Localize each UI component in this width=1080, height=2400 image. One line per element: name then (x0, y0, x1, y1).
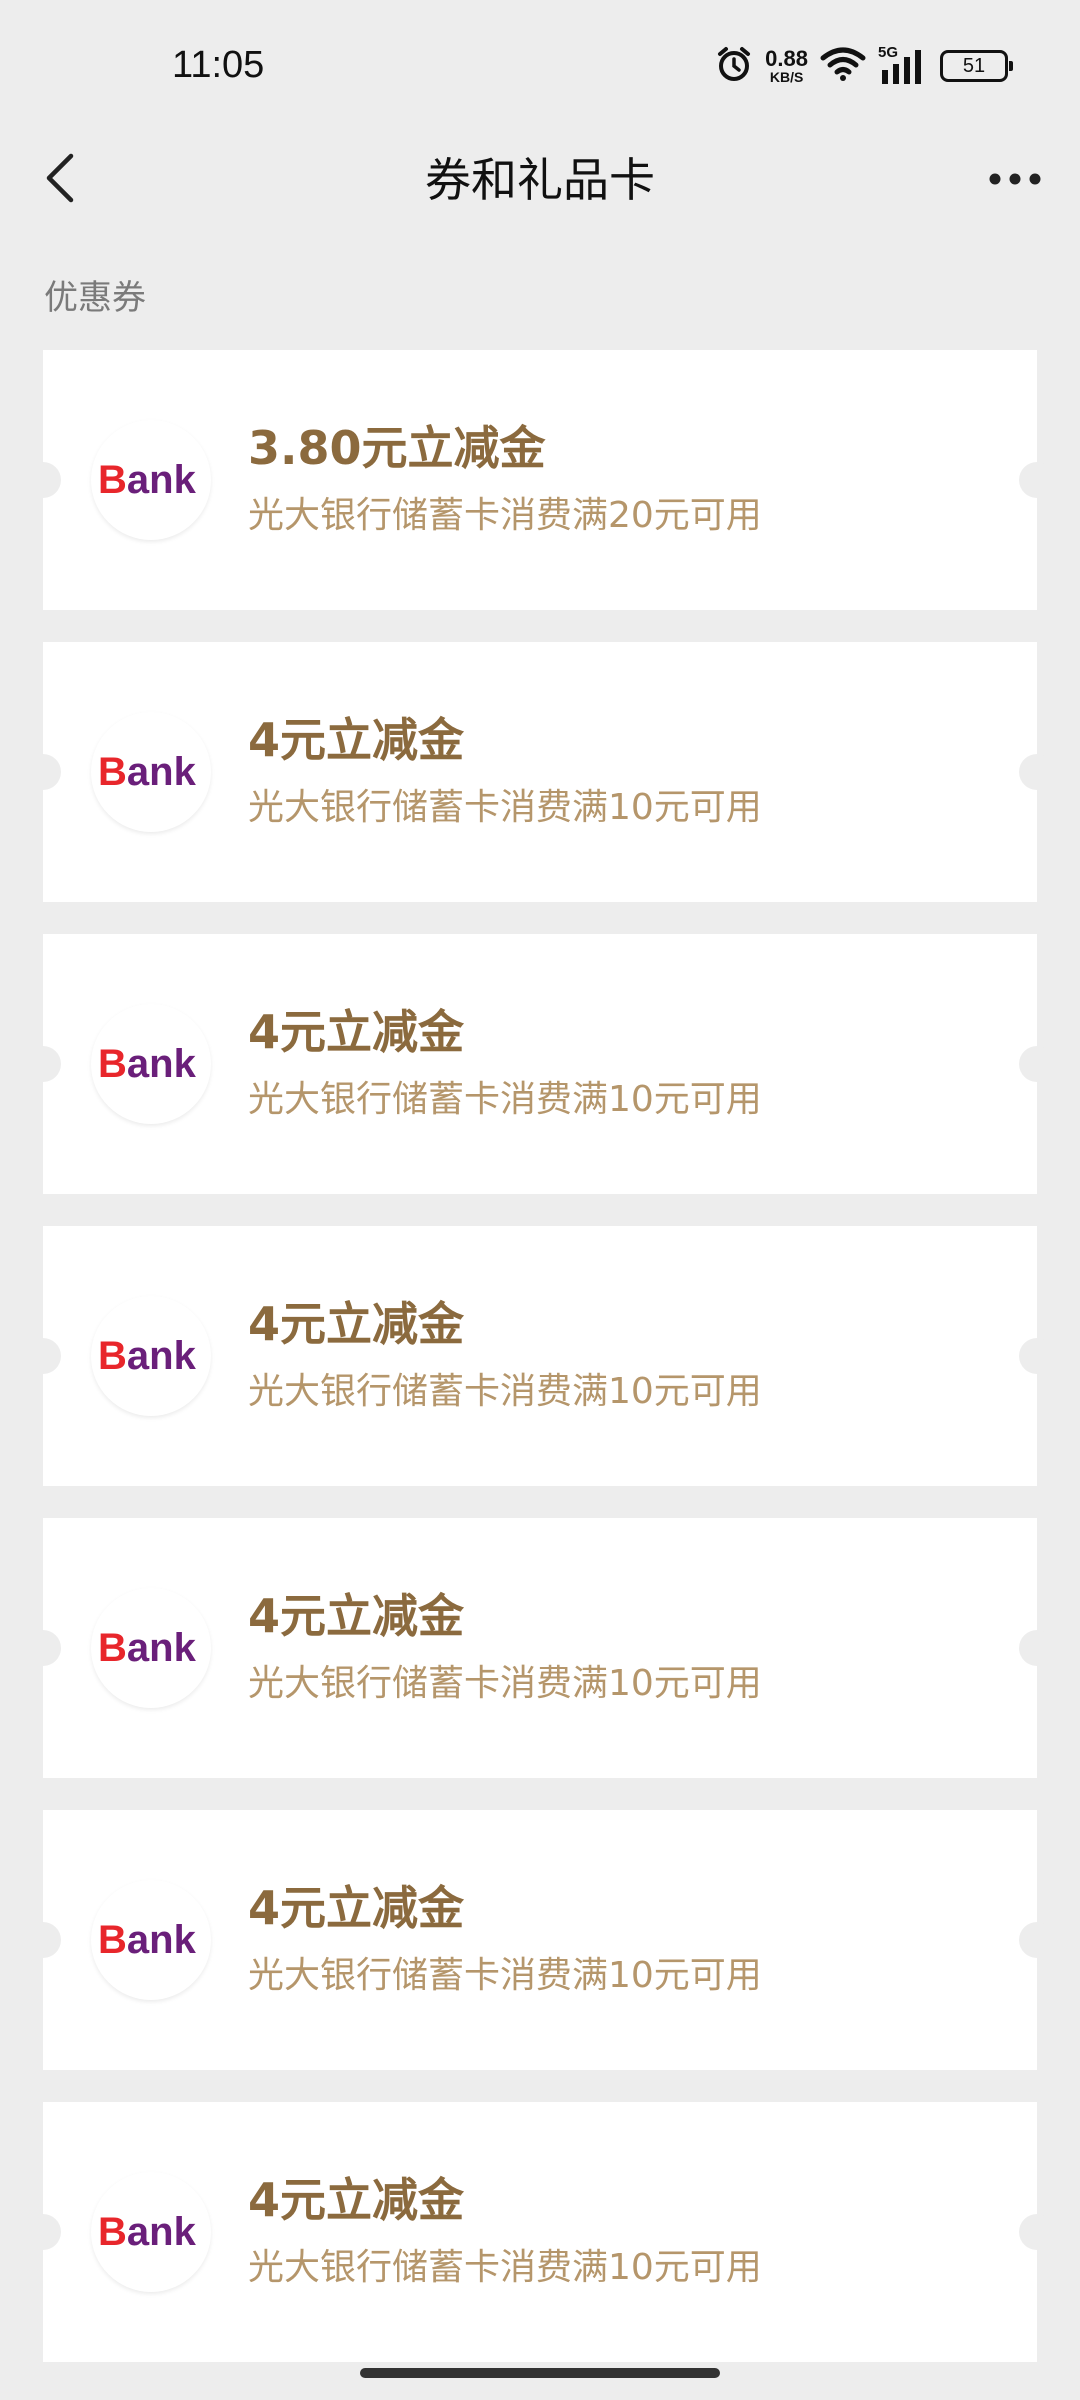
bank-logo: Bank (91, 420, 211, 540)
coupon-title: 4元立减金 (248, 1005, 465, 1059)
battery-icon: 51 (940, 50, 1013, 82)
coupon-title: 4元立减金 (248, 1589, 465, 1643)
bank-logo: Bank (91, 1880, 211, 2000)
section-title: 优惠券 (44, 278, 146, 318)
status-time: 11:05 (172, 44, 265, 86)
network-speed-value: 0.88 (765, 46, 808, 71)
signal-icon: 5G (878, 44, 928, 86)
bank-logo: Bank (91, 1296, 211, 1416)
bank-logo-text: Bank (98, 458, 197, 502)
bank-logo: Bank (91, 1004, 211, 1124)
coupon-card[interactable]: Bank 3.80元立减金 光大银行储蓄卡消费满20元可用 (25, 350, 1055, 610)
bank-logo-text: Bank (98, 1334, 197, 1378)
bank-logo-text: Bank (98, 1918, 197, 1962)
coupon-title: 4元立减金 (248, 1881, 465, 1935)
coupon-card[interactable]: Bank 4元立减金 光大银行储蓄卡消费满10元可用 (25, 1810, 1055, 2070)
battery-level: 51 (962, 54, 986, 77)
alarm-icon (715, 45, 753, 87)
coupon-card[interactable]: Bank 4元立减金 光大银行储蓄卡消费满10元可用 (25, 1226, 1055, 1486)
bank-logo: Bank (91, 1588, 211, 1708)
coupon-card[interactable]: Bank 4元立减金 光大银行储蓄卡消费满10元可用 (25, 934, 1055, 1194)
bank-logo-text: Bank (98, 1626, 197, 1670)
coupon-desc: 光大银行储蓄卡消费满10元可用 (248, 787, 762, 828)
network-speed-unit: KB/S (769, 69, 804, 85)
bank-logo-text: Bank (98, 2210, 197, 2254)
coupon-desc: 光大银行储蓄卡消费满10元可用 (248, 1371, 762, 1412)
bank-logo: Bank (91, 712, 211, 832)
nav-bar: 券和礼品卡 (0, 140, 1080, 220)
coupon-title: 4元立减金 (248, 1297, 465, 1351)
coupon-card[interactable]: Bank 4元立减金 光大银行储蓄卡消费满10元可用 (25, 642, 1055, 902)
coupon-list: Bank 3.80元立减金 光大银行储蓄卡消费满20元可用 Bank 4元立减金… (25, 350, 1055, 2394)
wifi-icon (820, 46, 866, 86)
coupon-desc: 光大银行储蓄卡消费满10元可用 (248, 1079, 762, 1120)
coupon-card[interactable]: Bank 4元立减金 光大银行储蓄卡消费满10元可用 (25, 1518, 1055, 1778)
status-bar: 11:05 0.88 KB/S 5G 51 (0, 0, 1080, 140)
coupon-desc: 光大银行储蓄卡消费满10元可用 (248, 1955, 762, 1996)
coupon-title: 4元立减金 (248, 2173, 465, 2227)
coupon-title: 3.80元立减金 (248, 421, 546, 475)
coupon-desc: 光大银行储蓄卡消费满20元可用 (248, 495, 762, 536)
bank-logo-text: Bank (98, 750, 197, 794)
network-speed: 0.88 KB/S (765, 46, 808, 85)
more-button[interactable] (980, 150, 1050, 210)
coupon-desc: 光大银行储蓄卡消费满10元可用 (248, 2247, 762, 2288)
bank-logo: Bank (91, 2172, 211, 2292)
bank-logo-text: Bank (98, 1042, 197, 1086)
coupon-desc: 光大银行储蓄卡消费满10元可用 (248, 1663, 762, 1704)
home-indicator[interactable] (360, 2368, 720, 2378)
page-title: 券和礼品卡 (425, 153, 655, 207)
coupon-title: 4元立减金 (248, 713, 465, 767)
coupon-card[interactable]: Bank 4元立减金 光大银行储蓄卡消费满10元可用 (25, 2102, 1055, 2362)
status-icons: 0.88 KB/S 5G 51 (715, 44, 1013, 88)
more-icon (988, 171, 1042, 190)
